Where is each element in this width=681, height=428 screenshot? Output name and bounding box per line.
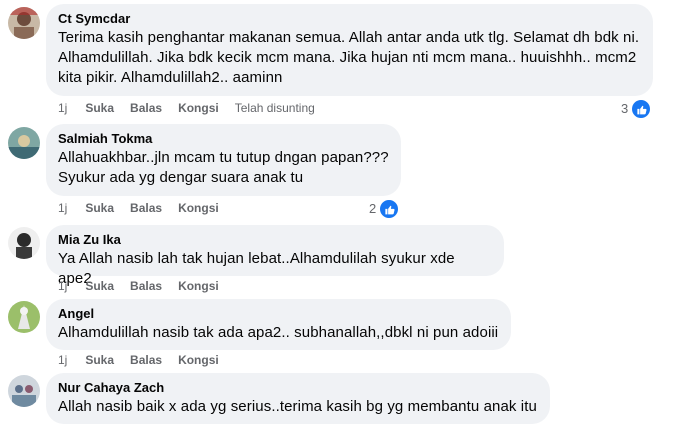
like-button[interactable]: Suka — [85, 200, 114, 216]
reply-button[interactable]: Balas — [130, 100, 162, 116]
avatar[interactable] — [8, 301, 40, 333]
avatar[interactable] — [8, 127, 40, 159]
edited-label: Telah disunting — [234, 101, 315, 115]
avatar[interactable] — [8, 375, 40, 407]
avatar[interactable] — [8, 7, 40, 39]
comment-actions: 1j Suka Balas Kongsi Telah disunting — [58, 100, 331, 116]
comment-text-line: Alhamdulillah. Jika bdk kecik mcm mana. … — [58, 49, 637, 66]
share-button[interactable]: Kongsi — [178, 352, 219, 368]
comment-text-line: Syukur ada yg dengar suara anak tu — [58, 169, 304, 186]
comment-timestamp[interactable]: 1j — [58, 352, 67, 368]
comment-bubble: Angel Alhamdulillah nasib tak ada apa2..… — [46, 299, 511, 350]
comment-timestamp[interactable]: 1j — [58, 278, 67, 294]
reply-button[interactable]: Balas — [130, 352, 162, 368]
share-button[interactable]: Kongsi — [178, 200, 219, 216]
reaction-number: 3 — [621, 101, 629, 116]
comment-text-line: Allahuakhbar..jln mcam tu tutup dngan pa… — [58, 149, 389, 166]
thumbs-up-icon — [630, 98, 653, 120]
commenter-name[interactable]: Mia Zu Ika — [58, 232, 492, 248]
commenter-name[interactable]: Angel — [58, 306, 499, 322]
comment-actions: 1j Suka Balas Kongsi — [58, 352, 235, 368]
comment-actions: 1j Suka Balas Kongsi — [58, 200, 235, 216]
share-button[interactable]: Kongsi — [178, 278, 219, 294]
reply-button[interactable]: Balas — [130, 200, 162, 216]
thumbs-up-icon — [378, 198, 401, 220]
commenter-name[interactable]: Salmiah Tokma — [58, 131, 389, 147]
comment-bubble: Ct Symcdar Terima kasih penghantar makan… — [46, 4, 653, 96]
reply-button[interactable]: Balas — [130, 278, 162, 294]
share-button[interactable]: Kongsi — [178, 100, 219, 116]
like-button[interactable]: Suka — [85, 278, 114, 294]
comment-text-line: Allah nasib baik x ada yg serius..terima… — [58, 398, 537, 415]
comment-text-line: Alhamdulillah nasib tak ada apa2.. subha… — [58, 324, 499, 341]
reaction-count[interactable]: 2 — [369, 198, 401, 220]
avatar[interactable] — [8, 227, 40, 259]
comment-text-line: Terima kasih penghantar makanan semua. A… — [58, 29, 640, 46]
comment-bubble: Salmiah Tokma Allahuakhbar..jln mcam tu … — [46, 124, 401, 196]
comment-text-line: kita pikir. Alhamdulillah2.. aaminn — [58, 69, 283, 86]
commenter-name[interactable]: Nur Cahaya Zach — [58, 380, 538, 396]
reaction-count[interactable]: 3 — [621, 98, 653, 120]
like-button[interactable]: Suka — [85, 352, 114, 368]
comment-bubble: Nur Cahaya Zach Allah nasib baik x ada y… — [46, 373, 550, 424]
reaction-number: 2 — [369, 201, 377, 216]
comment-timestamp[interactable]: 1j — [58, 200, 67, 216]
comment-actions: 1j Suka Balas Kongsi — [58, 278, 235, 294]
comment-bubble: Mia Zu Ika Ya Allah nasib lah tak hujan … — [46, 225, 504, 287]
commenter-name[interactable]: Ct Symcdar — [58, 11, 641, 27]
like-button[interactable]: Suka — [85, 100, 114, 116]
comment-timestamp[interactable]: 1j — [58, 100, 67, 116]
